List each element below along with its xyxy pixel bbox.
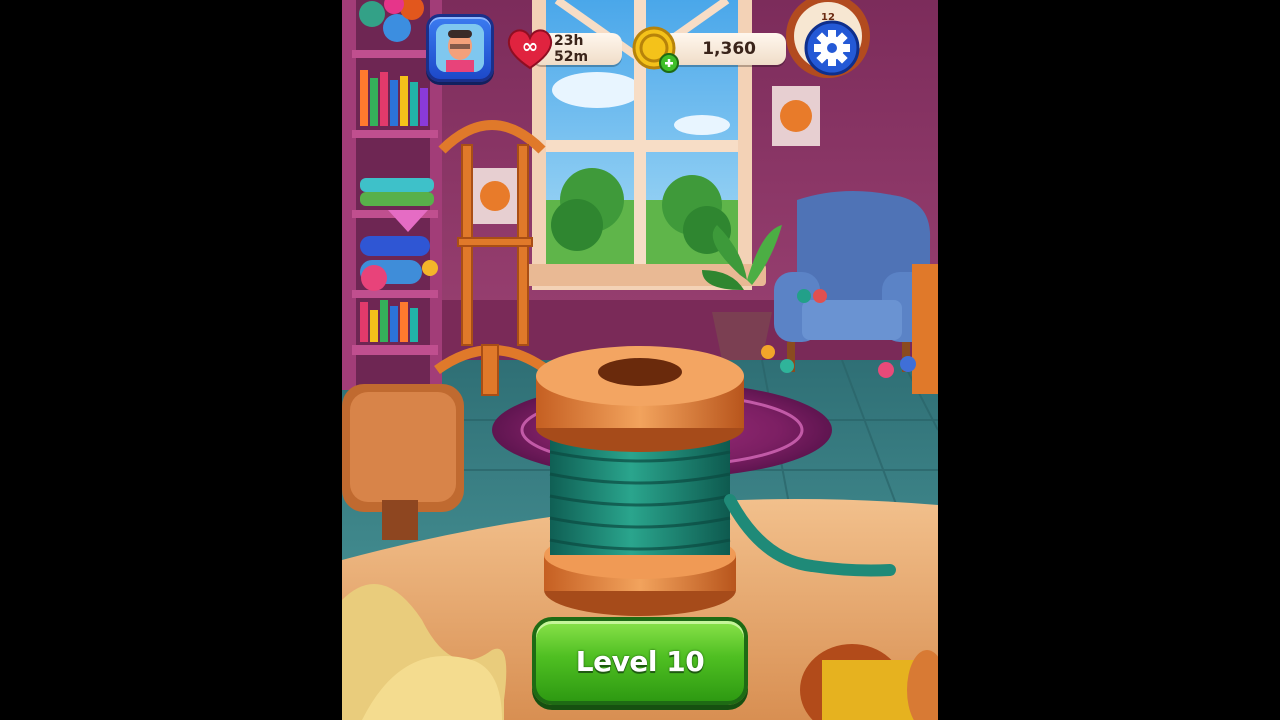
level-start-button[interactable]: Level 10: [532, 617, 748, 705]
coin-count: 1,360: [702, 39, 756, 59]
game-screen: 12 23h 52m ∞ 1,360 Level 10: [342, 0, 938, 720]
avatar-icon: [436, 24, 484, 72]
coins-panel: 1,360: [662, 33, 786, 65]
small-spool: [800, 644, 938, 720]
room-background: 12: [342, 0, 938, 720]
settings-button[interactable]: [788, 2, 868, 82]
level-button-label: Level 10: [575, 644, 705, 678]
svg-text:∞: ∞: [522, 34, 539, 58]
coin-plus-icon[interactable]: [632, 26, 680, 74]
lives-timer: 23h 52m: [554, 33, 589, 65]
player-avatar-button[interactable]: [426, 14, 494, 82]
heart-infinity-icon[interactable]: ∞: [506, 26, 554, 70]
gear-icon: [804, 20, 860, 76]
